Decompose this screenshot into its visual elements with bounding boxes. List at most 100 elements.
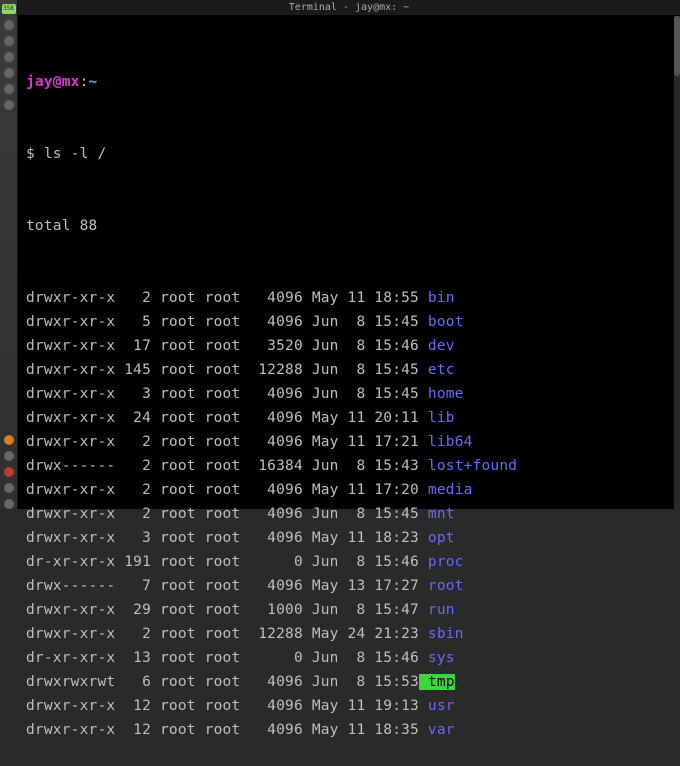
date: May 11 18:23 [303,530,419,546]
date: Jun 8 15:46 [303,554,419,570]
taskbar-item[interactable] [4,483,14,493]
date: May 24 21:23 [303,626,419,642]
file-row: drwxrwxrwt 6 root root 4096 Jun 8 15:53 … [26,670,672,694]
file-name: boot [419,314,464,330]
size: 0 [249,554,303,570]
scrollbar-thumb[interactable] [674,16,680,76]
owner: root [151,602,196,618]
perm: drwxr-xr-x [26,506,115,522]
file-name: run [419,602,455,618]
date: May 11 18:55 [303,290,419,306]
perm: dr-xr-xr-x [26,554,115,570]
date: Jun 8 15:43 [303,458,419,474]
taskbar-item[interactable] [4,84,14,94]
terminal-viewport[interactable]: jay@mx:~ $ ls -l / total 88 drwxr-xr-x 2… [18,16,680,509]
links: 145 [115,362,151,378]
file-name: sbin [419,626,464,642]
size: 4096 [249,722,303,738]
size: 1000 [249,602,303,618]
group: root [196,650,241,666]
file-name: etc [419,362,455,378]
size: 4096 [249,386,303,402]
taskbar-item[interactable] [4,68,14,78]
owner: root [151,434,196,450]
links: 3 [115,386,151,402]
taskbar-badge[interactable]: 358 [2,4,16,14]
file-row: drwxr-xr-x 2 root root 4096 May 11 17:20… [26,478,672,502]
file-row: drwxr-xr-x 3 root root 4096 May 11 18:23… [26,526,672,550]
file-name: lib64 [419,434,473,450]
group: root [196,506,241,522]
group: root [196,458,241,474]
group: root [196,698,241,714]
links: 7 [115,578,151,594]
links: 2 [115,458,151,474]
owner: root [151,410,196,426]
window-title: Terminal - jay@mx: ~ [289,2,409,13]
links: 2 [115,434,151,450]
file-name: home [419,386,464,402]
prompt-path: ~ [89,74,98,90]
size: 4096 [249,530,303,546]
perm: drwxr-xr-x [26,530,115,546]
size: 4096 [249,410,303,426]
links: 5 [115,314,151,330]
perm: drwx------ [26,578,115,594]
links: 12 [115,698,151,714]
owner: root [151,386,196,402]
links: 2 [115,506,151,522]
file-row: drwxr-xr-x 24 root root 4096 May 11 20:1… [26,406,672,430]
date: May 11 18:35 [303,722,419,738]
perm: drwxr-xr-x [26,290,115,306]
group: root [196,482,241,498]
date: Jun 8 15:45 [303,386,419,402]
group: root [196,314,241,330]
scrollbar-track[interactable] [674,16,680,509]
group: root [196,578,241,594]
taskbar-item[interactable] [4,499,14,509]
group: root [196,530,241,546]
perm: drwxr-xr-x [26,386,115,402]
links: 6 [115,674,151,690]
date: Jun 8 15:45 [303,314,419,330]
file-row: drwxr-xr-x 29 root root 1000 Jun 8 15:47… [26,598,672,622]
size: 4096 [249,578,303,594]
taskbar-item[interactable] [4,451,14,461]
perm: drwxr-xr-x [26,626,115,642]
group: root [196,554,241,570]
file-row: drwxr-xr-x 12 root root 4096 May 11 19:1… [26,694,672,718]
file-name: media [419,482,473,498]
date: Jun 8 15:46 [303,650,419,666]
group: root [196,290,241,306]
owner: root [151,650,196,666]
taskbar-item[interactable] [4,467,14,477]
file-row: drwxr-xr-x 5 root root 4096 Jun 8 15:45 … [26,310,672,334]
taskbar-item[interactable] [4,52,14,62]
file-row: drwx------ 2 root root 16384 Jun 8 15:43… [26,454,672,478]
perm: drwxr-xr-x [26,434,115,450]
window-titlebar[interactable]: Terminal - jay@mx: ~ [18,0,680,16]
perm: drwxr-xr-x [26,698,115,714]
group: root [196,410,241,426]
date: Jun 8 15:46 [303,338,419,354]
file-row: drwxr-xr-x 2 root root 4096 May 11 18:55… [26,286,672,310]
group: root [196,338,241,354]
owner: root [151,578,196,594]
file-row: drwx------ 7 root root 4096 May 13 17:27… [26,574,672,598]
date: Jun 8 15:45 [303,362,419,378]
taskbar-firefox-icon[interactable] [4,435,14,445]
links: 17 [115,338,151,354]
file-name: proc [419,554,464,570]
date: Jun 8 15:53 [303,674,419,690]
date: May 13 17:27 [303,578,419,594]
file-name: mnt [419,506,455,522]
group: root [196,362,241,378]
taskbar-item[interactable] [4,36,14,46]
owner: root [151,506,196,522]
taskbar-item[interactable] [4,100,14,110]
file-row: drwxr-xr-x 2 root root 4096 Jun 8 15:45 … [26,502,672,526]
date: Jun 8 15:47 [303,602,419,618]
group: root [196,674,241,690]
taskbar-item[interactable] [4,20,14,30]
owner: root [151,482,196,498]
